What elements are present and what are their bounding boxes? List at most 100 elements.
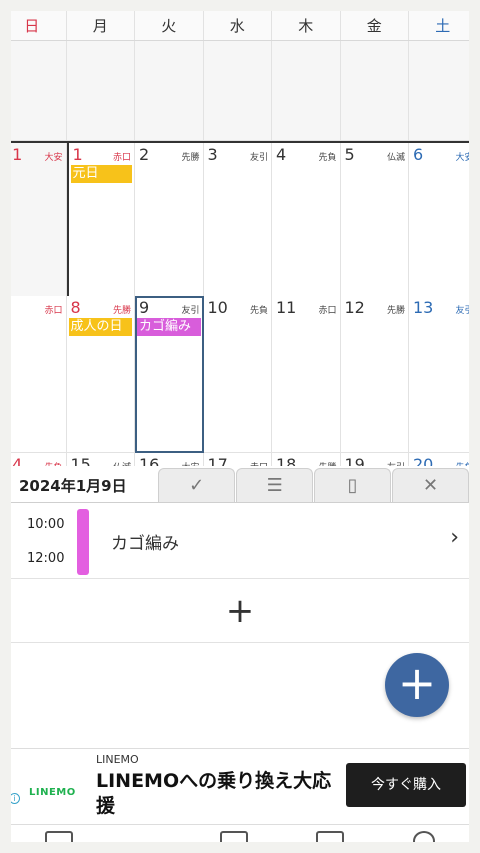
day-number: 9	[139, 298, 150, 317]
tab-selected-date[interactable]: 2024年1月9日	[11, 466, 158, 502]
day-cell[interactable]: 20 先負	[409, 453, 469, 466]
day-number: 2	[139, 145, 150, 164]
ad-headline: LINEMOへの乗り換え大応援	[96, 770, 332, 817]
day-number: 13	[413, 298, 434, 317]
month-calendar: 日 月 火 水 木 金 土 31 大安 1 赤口	[11, 11, 469, 466]
day-number: 16	[139, 455, 160, 466]
day-cell[interactable]: 15 仏滅	[66, 453, 135, 466]
document-icon: ☰	[266, 475, 283, 496]
tab-memo[interactable]: ☰	[236, 468, 314, 502]
calendar-week: 31 大安 1 赤口 元日 2 先勝 3 友引 4 先負 5 仏滅	[11, 141, 469, 298]
weekday-header: 日 月 火 水 木 金 土	[11, 11, 469, 41]
day-cell[interactable]	[340, 41, 409, 141]
rokuyo-label: 友引	[181, 306, 200, 316]
rokuyo-label: 先負	[318, 153, 337, 163]
calendar-week: 14 先負 15 仏滅 16 大安 17 赤口 18 先勝 19 友引	[11, 453, 469, 466]
day-cell[interactable]: 10 先負	[203, 296, 272, 453]
day-number: 8	[70, 298, 81, 317]
day-cell[interactable]: 17 赤口	[203, 453, 272, 466]
day-number: 4	[276, 145, 287, 164]
day-number: 3	[207, 145, 218, 164]
rokuyo-label: 大安	[44, 153, 63, 163]
day-cell[interactable]: 12 先勝	[340, 296, 409, 453]
list-icon[interactable]	[219, 831, 248, 842]
day-cell[interactable]: 11 赤口	[272, 296, 341, 453]
holiday-event[interactable]: 成人の日	[68, 318, 132, 336]
bottom-toolbar	[11, 824, 469, 842]
day-cell[interactable]	[66, 41, 135, 141]
chevron-right-icon: ›	[450, 525, 459, 550]
ad-cta-button[interactable]: 今すぐ購入	[346, 763, 466, 807]
rokuyo-label: 大安	[455, 153, 469, 163]
ad-logo: LINEMO	[29, 787, 76, 798]
day-number: 1	[72, 145, 83, 164]
plus-icon: +	[225, 591, 255, 631]
ad-info-icon[interactable]: i	[11, 793, 20, 804]
rokuyo-label: 先勝	[181, 153, 200, 163]
calendar-icon[interactable]	[45, 831, 74, 842]
day-cell[interactable]: 2 先勝	[135, 143, 204, 298]
day-cell[interactable]: 18 先勝	[272, 453, 341, 466]
day-cell[interactable]	[11, 41, 67, 141]
day-cell[interactable]: 14 先負	[11, 453, 67, 466]
day-number: 6	[413, 145, 424, 164]
app-screen: 日 月 火 水 木 金 土 31 大安 1 赤口	[11, 11, 469, 842]
weekday-mon: 月	[66, 11, 135, 40]
day-detail-panel: 10:00 12:00 カゴ編み › + +	[11, 502, 469, 748]
weekday-sat: 土	[409, 11, 469, 40]
day-cell[interactable]	[135, 41, 204, 141]
weekday-sun: 日	[11, 11, 67, 40]
day-cell[interactable]: 3 友引	[203, 143, 272, 298]
rokuyo-label: 友引	[455, 306, 469, 316]
day-cell[interactable]: 31 大安	[11, 143, 67, 298]
day-cell[interactable]: 1 赤口 元日	[66, 143, 135, 298]
notebook-icon[interactable]	[316, 831, 345, 842]
new-event-fab[interactable]: +	[385, 653, 449, 717]
day-cell[interactable]	[203, 41, 272, 141]
day-number: 10	[207, 298, 228, 317]
day-cell[interactable]	[409, 41, 469, 141]
day-number: 7	[11, 298, 12, 317]
day-cell[interactable]: 5 仏滅	[340, 143, 409, 298]
day-cell-selected[interactable]: 9 友引 カゴ編み	[135, 296, 204, 453]
settings-icon[interactable]	[412, 831, 435, 842]
user-event[interactable]: カゴ編み	[137, 318, 201, 336]
rokuyo-label: 赤口	[112, 153, 131, 163]
day-cell[interactable]: 7 赤口	[11, 296, 67, 453]
notebook-icon: ▯	[347, 475, 358, 496]
detail-tab-bar: 2024年1月9日 ✓ ☰ ▯ ✕	[11, 466, 469, 502]
day-cell[interactable]	[272, 41, 341, 141]
day-number: 12	[344, 298, 365, 317]
day-number: 19	[344, 455, 365, 466]
ad-banner[interactable]: i LINEMO LINEMO LINEMOへの乗り換え大応援 今すぐ購入	[11, 748, 469, 824]
tab-notebook[interactable]: ▯	[314, 468, 392, 502]
day-number: 20	[413, 455, 434, 466]
plus-icon: +	[397, 656, 437, 710]
event-end-time: 12:00	[27, 551, 65, 566]
rokuyo-label: 先勝	[112, 306, 131, 316]
weekday-tue: 火	[135, 11, 204, 40]
calendar-week	[11, 41, 469, 141]
day-number: 14	[11, 455, 23, 466]
day-cell[interactable]: 13 友引	[409, 296, 469, 453]
day-cell[interactable]: 16 大安	[135, 453, 204, 466]
tab-close[interactable]: ✕	[392, 468, 469, 502]
add-event-button[interactable]: +	[11, 580, 469, 643]
event-start-time: 10:00	[27, 517, 65, 532]
holiday-event[interactable]: 元日	[70, 165, 132, 183]
day-number: 31	[11, 145, 23, 164]
tab-todo[interactable]: ✓	[158, 468, 236, 502]
day-number: 18	[276, 455, 297, 466]
day-number: 5	[344, 145, 355, 164]
ad-brand: LINEMO	[96, 753, 139, 766]
day-cell[interactable]: 4 先負	[272, 143, 341, 298]
rokuyo-label: 赤口	[44, 306, 63, 316]
weekday-wed: 水	[203, 11, 272, 40]
day-cell[interactable]: 6 大安	[409, 143, 469, 298]
day-cell[interactable]: 8 先勝 成人の日	[66, 296, 135, 453]
day-cell[interactable]: 19 友引	[340, 453, 409, 466]
day-number: 15	[70, 455, 91, 466]
weekday-fri: 金	[340, 11, 409, 40]
edit-icon[interactable]	[135, 831, 158, 842]
event-list-item[interactable]: 10:00 12:00 カゴ編み ›	[11, 503, 469, 579]
